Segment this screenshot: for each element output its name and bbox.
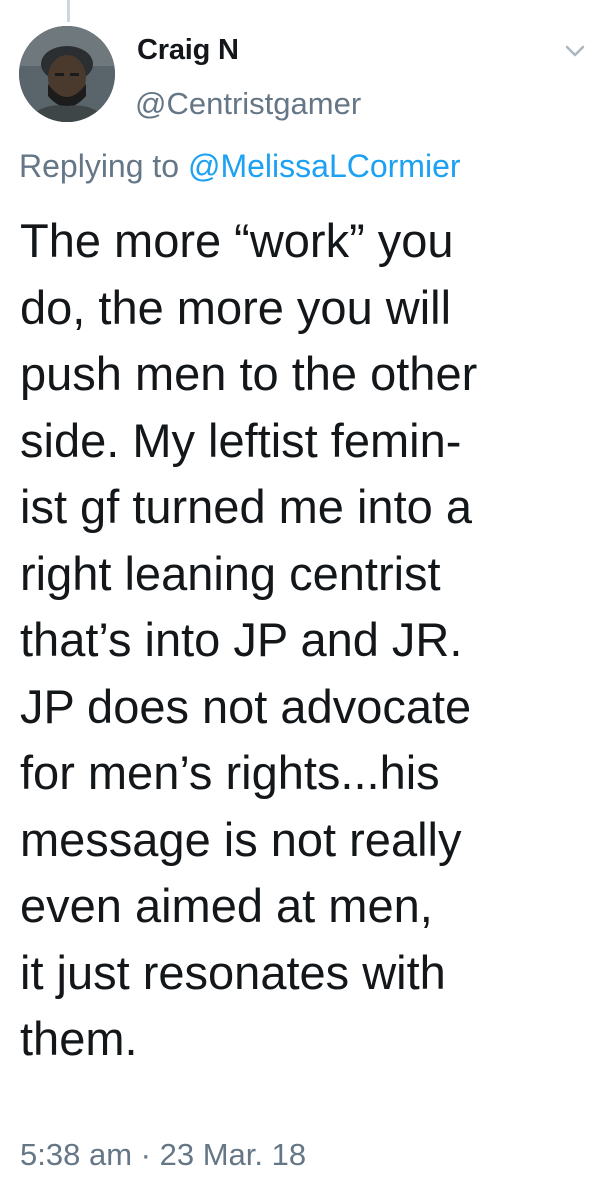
tweet-text-line: JP does not advocate [20,679,472,733]
author-handle[interactable]: @Centristgamer [135,86,361,122]
author-name[interactable]: Craig N [137,34,239,67]
reply-to-handle-link[interactable]: @MelissaLCormier [188,148,461,184]
tweet-text-line: side. My leftist femin- [20,413,462,467]
tweet-text-line: for men’s rights...his [20,746,440,799]
tweet-text-line: it just resonates with [20,945,446,999]
tweet-text-line: message is not really [20,812,462,866]
tweet-date: 23 Mar. 18 [159,1137,307,1172]
tweet-text-line: that’s into JP and JR. [20,613,463,666]
timestamp-separator: · [140,1137,151,1172]
tweet-text-line: right leaning centrist [20,546,441,600]
replying-to: Replying to @MelissaLCormier [19,148,461,185]
tweet-timestamp[interactable]: 5:38 am · 23 Mar. 18 [20,1137,306,1173]
tweet-text-line: even aimed at men, [20,879,433,932]
tweet-text-line: do, the more you will [20,280,452,334]
tweet-text: The more “work” you do, the more you wil… [20,208,590,1073]
thread-connector-line [67,0,70,22]
replying-to-label: Replying to [19,148,180,184]
tweet-time: 5:38 am [20,1137,133,1172]
avatar[interactable] [19,26,115,122]
tweet-text-line: ist gf turned me into a [20,480,472,533]
tweet-text-line: them. [20,1012,138,1065]
tweet-text-line: push men to the other [20,347,478,400]
avatar-image [19,26,115,122]
chevron-down-icon[interactable] [560,36,590,66]
tweet-text-line: The more “work” you [20,214,454,267]
